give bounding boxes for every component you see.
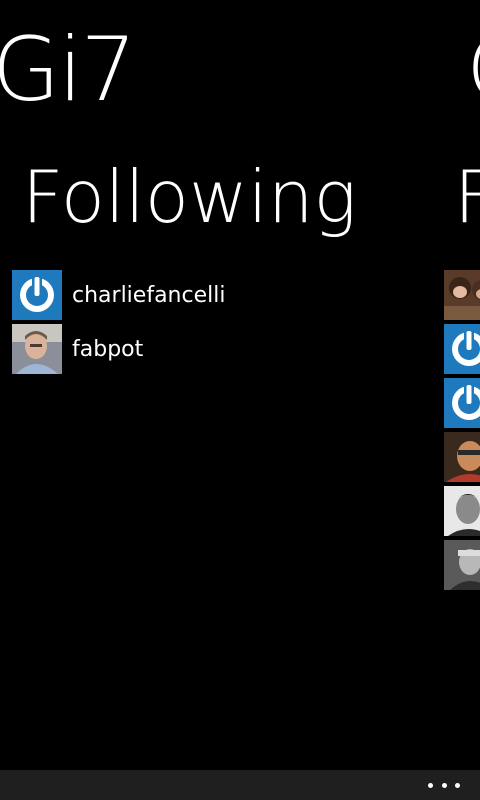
power-logo-icon — [12, 270, 62, 320]
next-app-title-peek: G — [466, 26, 480, 114]
list-item[interactable]: fabpot — [12, 324, 432, 374]
dot — [428, 782, 433, 788]
following-list: charliefancelli fabpot — [12, 270, 432, 378]
power-logo-icon[interactable] — [444, 324, 480, 374]
user-photo[interactable] — [444, 432, 480, 482]
list-item[interactable]: charliefancelli — [12, 270, 432, 320]
user-photo[interactable] — [444, 486, 480, 536]
dot — [441, 782, 447, 788]
app-title: Gi7 — [0, 18, 137, 121]
power-logo-icon[interactable] — [444, 378, 480, 428]
screen: Gi7 G Following F charliefancelli — [0, 0, 480, 800]
dot — [455, 782, 460, 788]
followers-list-peek — [444, 270, 480, 594]
pivot-header-following[interactable]: Following — [22, 159, 357, 236]
monkey-photo[interactable] — [444, 270, 480, 320]
username: charliefancelli — [72, 282, 226, 308]
username: fabpot — [72, 336, 144, 362]
user-photo — [12, 324, 62, 374]
user-photo[interactable] — [444, 540, 480, 590]
ellipsis-icon[interactable] — [428, 773, 460, 797]
pivot-header-next-peek[interactable]: F — [454, 159, 480, 236]
app-bar — [0, 770, 480, 800]
